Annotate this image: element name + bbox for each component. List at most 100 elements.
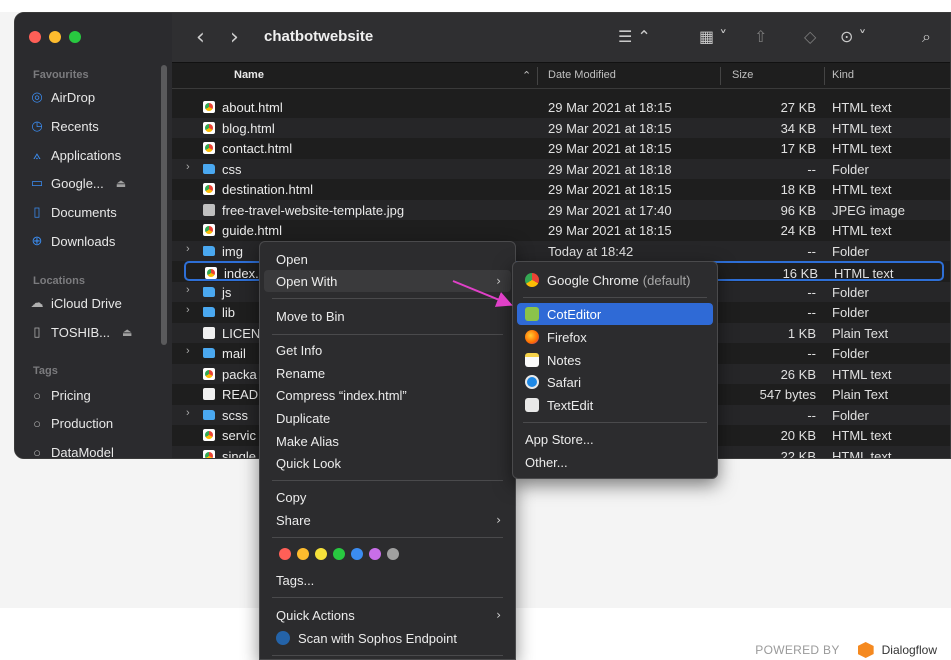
sidebar-item-recents[interactable]: ◷ Recents [29,114,169,138]
table-row[interactable]: contact.html 29 Mar 2021 at 18:15 17 KB HTM… [172,138,950,158]
file-name: single [222,448,256,459]
column-name[interactable]: Name [234,69,264,81]
sidebar-item-downloads[interactable]: ⊕ Downloads [29,229,169,253]
search-icon[interactable]: ⌕ [922,27,931,47]
sidebar-tag-datamodel[interactable]: ○ DataModel [29,440,169,459]
ellipsis-circle-icon[interactable]: ⊙ ˅ [840,27,867,46]
column-date[interactable]: Date Modified [548,69,616,81]
submenu-safari[interactable]: Safari [517,371,713,393]
file-name: lib [222,305,236,320]
context-menu: Open Open With › Move to Bin Get Info Ren… [259,241,516,660]
column-divider [824,67,825,85]
sidebar-item-documents[interactable]: ▯ Documents [29,200,169,224]
tag-color-dot[interactable] [297,548,309,560]
chevron-right-icon[interactable]: › [230,25,239,50]
sidebar-item-icloud[interactable]: ☁ iCloud Drive [29,291,169,315]
eject-icon[interactable]: ⏏ [116,177,126,190]
sidebar-item-airdrop[interactable]: ◎ AirDrop [29,85,169,109]
column-kind[interactable]: Kind [832,69,854,81]
table-row[interactable]: blog.html 29 Mar 2021 at 18:15 34 KB HTML t… [172,117,950,138]
tag-color-dot[interactable] [279,548,291,560]
menu-move-to-bin[interactable]: Move to Bin [264,305,511,327]
menu-duplicate[interactable]: Duplicate [264,407,511,429]
sidebar-tag-production[interactable]: ○ Production [29,411,169,435]
submenu-coteditor[interactable]: CotEditor [517,303,713,325]
tag-color-dot[interactable] [351,548,363,560]
airdrop-icon: ◎ [31,89,43,104]
file-name: css [222,161,242,177]
table-row[interactable]: about.html 29 Mar 2021 at 18:15 27 KB HTML … [172,97,950,117]
menu-separator [272,655,503,656]
column-size[interactable]: Size [732,69,753,81]
submenu-textedit[interactable]: TextEdit [517,394,713,416]
safari-icon [525,375,539,389]
submenu-firefox[interactable]: Firefox [517,326,713,348]
disclosure-chevron-icon[interactable]: › [186,345,190,357]
submenu-other[interactable]: Other... [517,451,713,473]
table-row[interactable]: › css 29 Mar 2021 at 18:18 -- Folder [172,158,950,179]
applications-icon: ⟑ [33,147,41,162]
file-kind: Folder [832,305,869,320]
table-row[interactable]: guide.html 29 Mar 2021 at 18:15 24 KB HTML … [172,220,950,240]
menu-quick-look[interactable]: Quick Look [264,452,511,474]
dialogflow-brand: Dialogflow [881,643,937,657]
file-kind: HTML text [834,266,894,281]
menu-open[interactable]: Open [264,248,511,270]
minimize-button[interactable] [49,31,61,43]
html-file-icon [203,429,215,441]
disclosure-chevron-icon[interactable]: › [186,304,190,316]
table-row[interactable]: destination.html 29 Mar 2021 at 18:15 18 K… [172,179,950,199]
submenu-app-store[interactable]: App Store... [517,428,713,450]
txt-file-icon [203,388,215,400]
sidebar-item-google-drive[interactable]: ▭ Google... ⏏ [29,171,169,195]
share-icon[interactable]: ⇧ [754,27,767,46]
sidebar-item-applications[interactable]: ⟑ Applications [29,143,169,167]
menu-quick-actions[interactable]: Quick Actions › [264,604,511,626]
img-file-icon [203,203,215,216]
chevron-left-icon[interactable]: ‹ [196,25,205,50]
tag-icon[interactable]: ◇ [804,27,816,46]
menu-tags[interactable]: Tags... [264,569,511,591]
menu-share[interactable]: Share › [264,509,511,531]
sidebar-tag-pricing[interactable]: ○ Pricing [29,383,169,407]
sidebar-scrollbar[interactable] [161,65,167,345]
menu-compress[interactable]: Compress “index.html” [264,384,511,406]
menu-rename[interactable]: Rename [264,362,511,384]
submenu-notes[interactable]: Notes [517,349,713,371]
sidebar-item-toshiba[interactable]: ▯ TOSHIB... ⏏ [29,320,169,344]
tag-color-dot[interactable] [387,548,399,560]
file-kind: HTML text [832,428,892,443]
menu-copy[interactable]: Copy [264,486,511,508]
close-button[interactable] [29,31,41,43]
file-size: 24 KB [780,223,816,238]
menu-get-info[interactable]: Get Info [264,339,511,361]
maximize-button[interactable] [69,31,81,43]
eject-icon[interactable]: ⏏ [122,326,132,339]
menu-make-alias[interactable]: Make Alias [264,430,511,452]
disclosure-chevron-icon[interactable]: › [186,161,190,173]
menu-scan-sophos[interactable]: Scan with Sophos Endpoint [264,627,511,649]
column-divider [537,67,538,85]
tag-color-dot[interactable] [333,548,345,560]
sort-ascending-icon[interactable]: ⌃ [522,69,531,82]
disclosure-chevron-icon[interactable]: › [186,284,190,296]
table-row[interactable]: free-travel-website-template.jpg 29 Mar 2… [172,199,950,220]
file-name: LICEN [222,325,261,341]
submenu-google-chrome[interactable]: Google Chrome (default) [517,269,713,291]
group-icon[interactable]: ▦ ˅ [699,27,727,46]
file-size: 34 KB [780,120,816,136]
tag-color-dot[interactable] [315,548,327,560]
disclosure-chevron-icon[interactable]: › [186,407,190,419]
menu-separator [272,480,503,481]
tag-circle-icon: ○ [33,415,41,431]
powered-by-label: POWERED BY [755,643,840,657]
menu-separator [272,298,503,299]
disclosure-chevron-icon[interactable]: › [186,243,190,255]
powered-by-dialogflow[interactable]: POWERED BY Dialogflow [755,642,937,658]
folder-file-icon [203,286,215,297]
list-view-icon[interactable]: ☰ ⌃ [618,27,651,46]
tag-color-dot[interactable] [369,548,381,560]
submenu-separator [523,297,707,298]
file-name: destination.html [222,182,314,197]
menu-open-with[interactable]: Open With › [264,270,511,292]
